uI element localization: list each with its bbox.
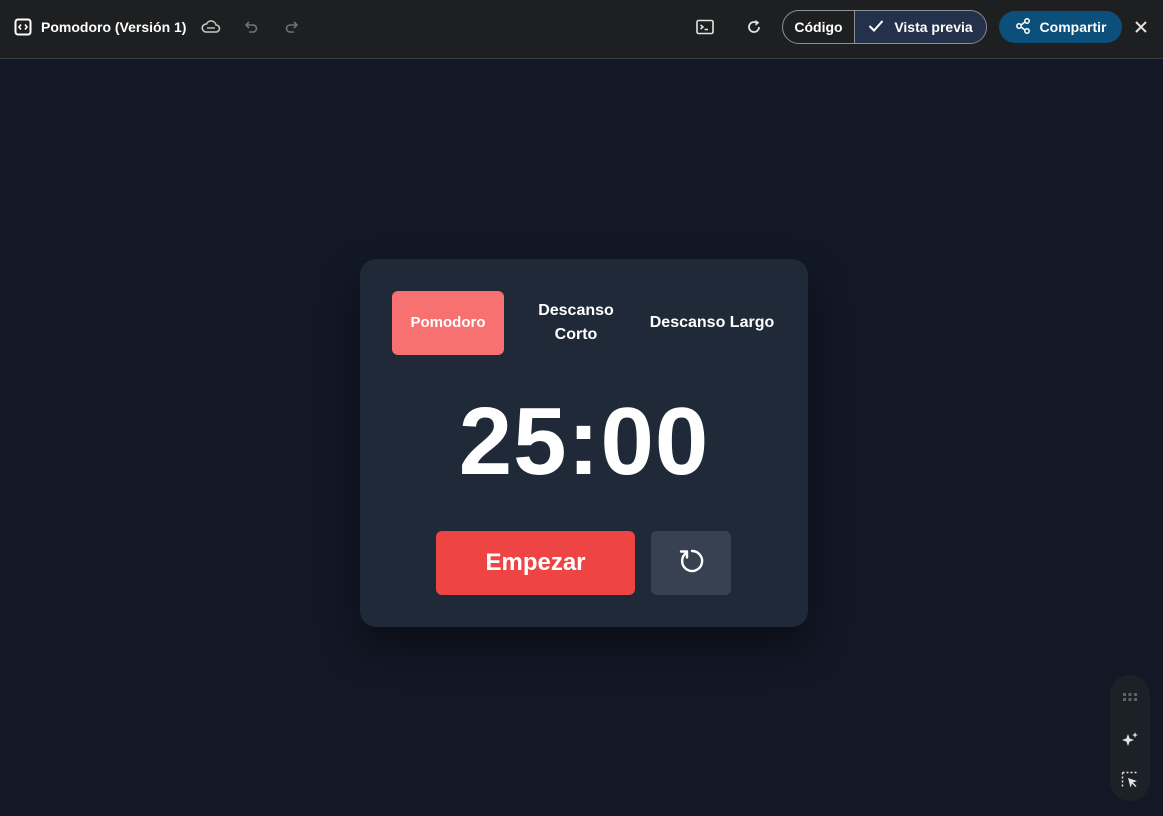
redo-icon[interactable] (279, 14, 305, 40)
reset-button[interactable] (651, 531, 731, 595)
share-button[interactable]: Compartir (999, 11, 1122, 43)
preview-label: Vista previa (894, 19, 973, 35)
select-element-icon[interactable] (1120, 770, 1140, 790)
page-title: Pomodoro (Versión 1) (41, 19, 187, 35)
floating-toolbar (1110, 675, 1150, 801)
timer-display: 25:00 (458, 388, 710, 495)
drag-grid-icon[interactable] (1120, 687, 1140, 707)
start-button[interactable]: Empezar (436, 531, 635, 595)
top-bar: Pomodoro (Versión 1) Código Vista previa… (0, 0, 1163, 59)
pomodoro-card: Pomodoro Descanso Corto Descanso Largo 2… (360, 259, 808, 627)
cloud-icon[interactable] (198, 14, 224, 40)
tab-long-break[interactable]: Descanso Largo (648, 291, 776, 355)
terminal-icon[interactable] (692, 14, 718, 40)
view-toggle: Código Vista previa (782, 10, 987, 44)
undo-icon[interactable] (238, 14, 264, 40)
tab-short-break[interactable]: Descanso Corto (520, 291, 632, 355)
check-icon (868, 19, 884, 36)
share-icon (1015, 17, 1031, 37)
preview-tab[interactable]: Vista previa (855, 11, 986, 43)
close-icon[interactable] (1130, 16, 1152, 38)
reset-icon (676, 546, 706, 581)
sparkle-icon[interactable] (1120, 730, 1140, 750)
refresh-icon[interactable] (741, 14, 767, 40)
share-label: Compartir (1039, 19, 1107, 35)
tab-pomodoro[interactable]: Pomodoro (392, 291, 504, 355)
app-code-icon (13, 17, 33, 37)
code-tab[interactable]: Código (783, 11, 855, 43)
